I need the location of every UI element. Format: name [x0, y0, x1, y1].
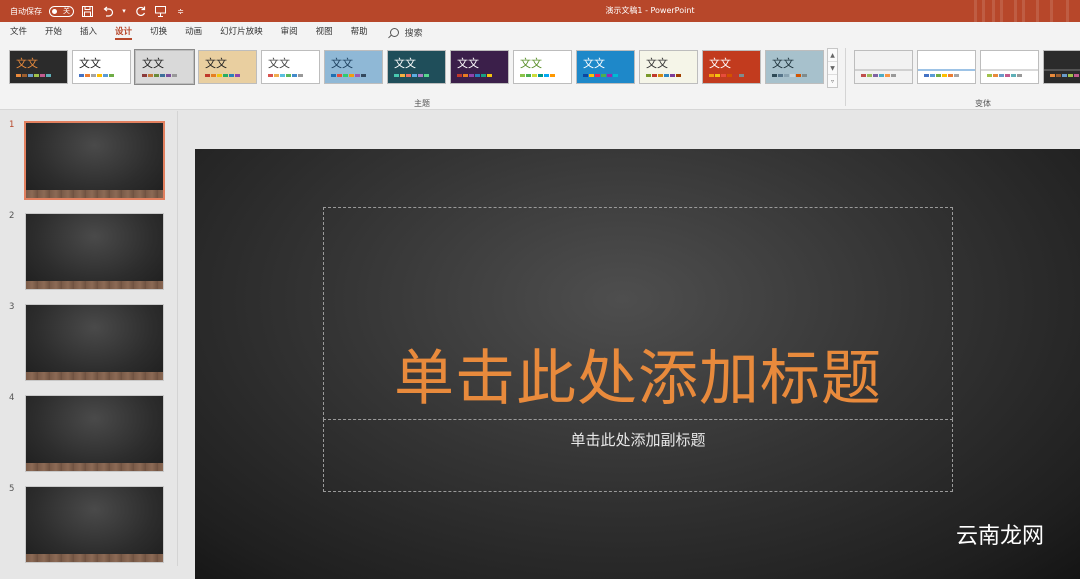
- slide-thumbnail[interactable]: [25, 395, 164, 472]
- theme-color-swatches: [205, 74, 240, 77]
- tab-insert[interactable]: 插入: [80, 22, 97, 42]
- variant-accent-bar: [981, 69, 1038, 71]
- theme-sample-text: 文文: [79, 55, 101, 71]
- subtitle-placeholder-text: 单击此处添加副标题: [570, 429, 705, 491]
- theme-option[interactable]: 文文: [702, 50, 761, 84]
- theme-option[interactable]: 文文: [261, 50, 320, 84]
- slide-thumbnail[interactable]: [25, 486, 164, 563]
- thumbnail-floor: [26, 281, 163, 289]
- theme-sample-text: 文文: [268, 55, 290, 71]
- title-placeholder-text: 单击此处添加标题: [394, 330, 882, 417]
- design-ribbon: 文文 文文 文文 文文 文文 文文 文文 文文 文文 文文 文文 文文 文文 ▲ ▼ ▿ 主题 变体: [0, 42, 1080, 110]
- variant-option[interactable]: [917, 50, 976, 84]
- slide-thumbnail[interactable]: [25, 213, 164, 290]
- variant-accent-bar: [918, 69, 975, 71]
- theme-color-swatches: [520, 74, 555, 77]
- theme-sample-text: 文文: [520, 55, 542, 71]
- theme-color-swatches: [772, 74, 807, 77]
- thumbnail-floor: [26, 372, 163, 380]
- theme-color-swatches: [268, 74, 303, 77]
- slide-number: 5: [9, 484, 14, 494]
- theme-option[interactable]: 文文: [513, 50, 572, 84]
- theme-option[interactable]: 文文: [576, 50, 635, 84]
- theme-option[interactable]: 文文: [765, 50, 824, 84]
- theme-color-swatches: [457, 74, 492, 77]
- watermark-logo: 云南龙网: [956, 518, 1044, 550]
- theme-option[interactable]: 文文: [72, 50, 131, 84]
- themes-group-label: 主题: [414, 98, 430, 109]
- search-icon: [390, 28, 399, 37]
- tab-animations[interactable]: 动画: [185, 22, 202, 42]
- variant-accent-bar: [1044, 69, 1080, 71]
- thumbnail-floor: [26, 190, 163, 198]
- tab-transitions[interactable]: 切换: [150, 22, 167, 42]
- subtitle-placeholder[interactable]: 单击此处添加副标题: [323, 419, 953, 492]
- tab-file[interactable]: 文件: [10, 22, 27, 42]
- variant-color-swatches: [924, 74, 959, 77]
- search-box[interactable]: 搜索: [390, 26, 423, 39]
- variant-color-swatches: [861, 74, 896, 77]
- tab-home[interactable]: 开始: [45, 22, 62, 42]
- variant-option[interactable]: [980, 50, 1039, 84]
- group-separator: [845, 48, 846, 106]
- theme-color-swatches: [142, 74, 177, 77]
- titlebar-decoration: [970, 0, 1080, 22]
- variant-option[interactable]: [854, 50, 913, 84]
- current-slide: 单击此处添加标题 单击此处添加副标题: [195, 149, 1080, 579]
- theme-color-swatches: [646, 74, 681, 77]
- theme-sample-text: 文文: [457, 55, 479, 71]
- theme-option[interactable]: 文文: [135, 50, 194, 84]
- gallery-up-button[interactable]: ▲: [828, 49, 837, 62]
- variant-accent-bar: [855, 69, 912, 71]
- tab-help[interactable]: 帮助: [351, 22, 368, 42]
- theme-sample-text: 文文: [16, 55, 38, 71]
- tab-slideshow[interactable]: 幻灯片放映: [220, 22, 263, 42]
- theme-color-swatches: [79, 74, 114, 77]
- theme-color-swatches: [709, 74, 744, 77]
- theme-color-swatches: [16, 74, 51, 77]
- theme-sample-text: 文文: [205, 55, 227, 71]
- theme-color-swatches: [394, 74, 429, 77]
- theme-sample-text: 文文: [331, 55, 353, 71]
- title-bar: 自动保存 关 ▾ ≑ 演示文稿1 - PowerPoint: [0, 0, 1080, 22]
- gallery-scroll: ▲ ▼ ▿: [827, 48, 838, 88]
- theme-option[interactable]: 文文: [387, 50, 446, 84]
- tab-review[interactable]: 审阅: [281, 22, 298, 42]
- search-label: 搜索: [405, 26, 423, 39]
- variants-group-label: 变体: [975, 98, 991, 109]
- gallery-down-button[interactable]: ▼: [828, 62, 837, 75]
- slide-number: 4: [9, 393, 14, 403]
- slide-editor: 单击此处添加标题 单击此处添加副标题: [180, 111, 1080, 566]
- theme-option[interactable]: 文文: [9, 50, 68, 84]
- thumbnail-floor: [26, 463, 163, 471]
- slide-thumbnail[interactable]: [24, 121, 165, 200]
- thumbnail-floor: [26, 554, 163, 562]
- theme-sample-text: 文文: [394, 55, 416, 71]
- theme-option[interactable]: 文文: [198, 50, 257, 84]
- ribbon-tabs: 文件 开始 插入 设计 切换 动画 幻灯片放映 审阅 视图 帮助 搜索: [0, 22, 1080, 42]
- theme-sample-text: 文文: [709, 55, 731, 71]
- gallery-more-button[interactable]: ▿: [828, 75, 837, 87]
- tab-design[interactable]: 设计: [115, 22, 132, 42]
- slide-number: 3: [9, 302, 14, 312]
- variant-color-swatches: [987, 74, 1022, 77]
- variant-option[interactable]: [1043, 50, 1080, 84]
- tab-view[interactable]: 视图: [316, 22, 333, 42]
- theme-sample-text: 文文: [772, 55, 794, 71]
- slide-thumbnail-pane[interactable]: 1 2 3 4 5: [0, 111, 178, 566]
- theme-option[interactable]: 文文: [639, 50, 698, 84]
- theme-option[interactable]: 文文: [450, 50, 509, 84]
- title-placeholder[interactable]: 单击此处添加标题: [323, 207, 953, 420]
- window-title: 演示文稿1 - PowerPoint: [0, 0, 1080, 22]
- theme-sample-text: 文文: [646, 55, 668, 71]
- theme-color-swatches: [331, 74, 366, 77]
- theme-color-swatches: [583, 74, 618, 77]
- theme-sample-text: 文文: [583, 55, 605, 71]
- theme-option[interactable]: 文文: [324, 50, 383, 84]
- variant-color-swatches: [1050, 74, 1080, 77]
- slide-thumbnail[interactable]: [25, 304, 164, 381]
- theme-sample-text: 文文: [142, 55, 164, 71]
- slide-number: 2: [9, 211, 14, 221]
- slide-number: 1: [9, 120, 14, 130]
